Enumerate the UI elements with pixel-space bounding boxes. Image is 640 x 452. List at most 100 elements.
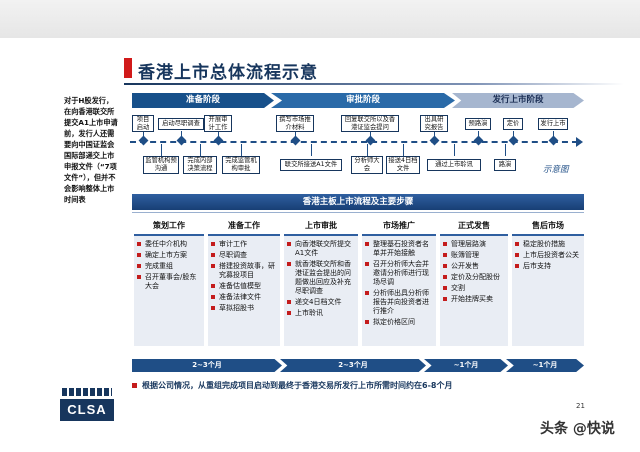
step-respond-regulators: 回复联交所以及香港证监会提问 <box>341 115 399 132</box>
milestone-diamond <box>290 135 301 146</box>
list-item: 拟定价格区间 <box>365 318 433 327</box>
connector <box>161 144 162 156</box>
schedule-label: 示意图 <box>543 165 569 175</box>
section-banner: 香港主板上市流程及主要步骤 <box>132 194 584 210</box>
column-header: 策划工作 <box>153 221 185 230</box>
step-pre-roadshow: 预路演 <box>465 118 491 130</box>
column-planning: 策划工作 委任中介机构 确定上市方案 完成重组 召开董事会/股东大会 <box>134 218 204 346</box>
milestone-diamond <box>213 135 224 146</box>
column-aftermarket: 售后市场 稳定股价措施 上市后投资者公关 后市支持 <box>512 218 584 346</box>
list-item: 委任中介机构 <box>137 240 201 249</box>
list-item: 召开分析师大会并邀请分析师进行现场尽调 <box>365 260 433 287</box>
connector <box>241 144 242 156</box>
connector <box>505 144 506 156</box>
duration-bar: 2~3个月 <box>280 359 426 372</box>
list-item: 审计工作 <box>211 240 277 249</box>
connector <box>200 144 201 156</box>
list-item: 草拟招股书 <box>211 304 277 313</box>
list-item: 稳定股价措施 <box>515 240 581 249</box>
bullet-icon <box>132 383 137 388</box>
connector <box>311 144 312 156</box>
step-4-day-filing: 接送4日档文件 <box>386 156 420 174</box>
list-item: 管理层路演 <box>443 240 505 249</box>
phase-approval: 审批阶段 <box>271 93 455 108</box>
duration-bar: 2~3个月 <box>132 359 282 372</box>
column-body: 管理层路演 账簿管理 公开发售 定价及分配股份 交割 开始挂牌买卖 <box>440 234 508 346</box>
page-number: 21 <box>576 402 585 410</box>
list-item: 分析师出具分析师报告并向投资者进行推介 <box>365 289 433 316</box>
milestone-diamond <box>176 135 187 146</box>
top-bar <box>0 0 640 38</box>
list-item: 就香港联交所和香港证监会提出的问题做出回应及补充尽职调查 <box>287 260 355 296</box>
list-item: 交割 <box>443 284 505 293</box>
step-internal-decision: 完成内部决策流程 <box>183 156 217 174</box>
milestone-diamond <box>508 135 519 146</box>
phase-offering-listing: 发行上市阶段 <box>452 93 584 108</box>
column-header: 正式发售 <box>458 221 490 230</box>
banner-rule <box>132 212 584 213</box>
list-item: 准备估值模型 <box>211 282 277 291</box>
list-item: 上市聆讯 <box>287 309 355 318</box>
milestone-diamond <box>138 135 149 146</box>
column-marketing: 市场推广 整理基石投资者名单并开始接触 召开分析师大会并邀请分析师进行现场尽调 … <box>362 218 436 346</box>
list-item: 账簿管理 <box>443 251 505 260</box>
title-accent-bar <box>124 58 132 78</box>
connector <box>403 144 404 156</box>
list-item: 递交4日档文件 <box>287 298 355 307</box>
list-item: 后市支持 <box>515 262 581 271</box>
phase-preparation: 准备阶段 <box>132 93 274 108</box>
list-item: 完成重组 <box>137 262 201 271</box>
step-pricing: 定价 <box>503 118 523 130</box>
column-offering: 正式发售 管理层路演 账簿管理 公开发售 定价及分配股份 交割 开始挂牌买卖 <box>440 218 508 346</box>
step-regulator-precommunication: 监管机构预沟通 <box>143 156 179 174</box>
duration-bar: ~1个月 <box>506 359 584 372</box>
column-preparation: 准备工作 审计工作 尽职调查 搭建投资故事，研究募投项目 准备估值模型 准备法律… <box>208 218 280 346</box>
step-regulator-approval: 完成监管机构审批 <box>222 156 260 174</box>
list-item: 召开董事会/股东大会 <box>137 273 201 291</box>
column-body: 向香港联交所提交A1文件 就香港联交所和香港证监会提出的问题做出回应及补充尽职调… <box>284 234 358 346</box>
side-note: 对于H股发行，在向香港联交所提交A1上市申请前，发行人还需要向中国证监会国际部递… <box>64 96 118 204</box>
footnote-text: 根据公司情况，从重组完成项目启动到最终于香港交易所发行上市所需时间约在6-8个月 <box>142 381 453 390</box>
list-item: 确定上市方案 <box>137 251 201 260</box>
step-research-report: 出具研究报告 <box>420 115 448 132</box>
column-header: 市场推广 <box>383 221 415 230</box>
clsa-logo: CLSA <box>60 399 114 421</box>
column-listing-approval: 上市审批 向香港联交所提交A1文件 就香港联交所和香港证监会提出的问题做出回应及… <box>284 218 358 346</box>
column-header: 准备工作 <box>228 221 260 230</box>
column-header: 上市审批 <box>305 221 337 230</box>
list-item: 准备法律文件 <box>211 293 277 302</box>
step-analyst-meeting: 分析师大会 <box>351 156 383 174</box>
connector <box>367 144 368 156</box>
list-item: 尽职调查 <box>211 251 277 260</box>
column-body: 委任中介机构 确定上市方案 完成重组 召开董事会/股东大会 <box>134 234 204 346</box>
list-item: 定价及分配股份 <box>443 273 505 282</box>
column-header: 售后市场 <box>532 221 564 230</box>
milestone-diamond <box>429 135 440 146</box>
step-listing-hearing: 通过上市聆讯 <box>427 159 481 171</box>
column-body: 稳定股价措施 上市后投资者公关 后市支持 <box>512 234 584 346</box>
duration-bar: ~1个月 <box>424 359 508 372</box>
watermark: 头条 @快说 <box>540 421 615 437</box>
timeline-arrow <box>576 137 583 147</box>
page-title: 香港上市总体流程示意 <box>138 63 318 83</box>
list-item: 上市后投资者公关 <box>515 251 581 260</box>
logo-stripe <box>62 388 112 396</box>
step-start-due-diligence: 启动尽职调查 <box>158 118 204 130</box>
list-item: 公开发售 <box>443 262 505 271</box>
column-body: 整理基石投资者名单并开始接触 召开分析师大会并邀请分析师进行现场尽调 分析师出具… <box>362 234 436 346</box>
step-roadshow: 路演 <box>494 159 516 171</box>
column-body: 审计工作 尽职调查 搭建投资故事，研究募投项目 准备估值模型 准备法律文件 草拟… <box>208 234 280 346</box>
milestone-diamond <box>548 135 559 146</box>
milestone-diamond <box>473 135 484 146</box>
list-item: 搭建投资故事，研究募投项目 <box>211 262 277 280</box>
footnote: 根据公司情况，从重组完成项目启动到最终于香港交易所发行上市所需时间约在6-8个月 <box>132 380 452 391</box>
list-item: 开始挂牌买卖 <box>443 295 505 304</box>
connector <box>454 144 455 156</box>
list-item: 整理基石投资者名单并开始接触 <box>365 240 433 258</box>
step-audit-work: 开展审计工作 <box>204 115 232 132</box>
step-project-kickoff: 项目启动 <box>132 115 154 132</box>
list-item: 向香港联交所提交A1文件 <box>287 240 355 258</box>
step-a1-filing: 联交所接送A1文件 <box>280 159 342 171</box>
title-rule <box>124 83 624 85</box>
step-listing: 发行上市 <box>538 118 568 130</box>
